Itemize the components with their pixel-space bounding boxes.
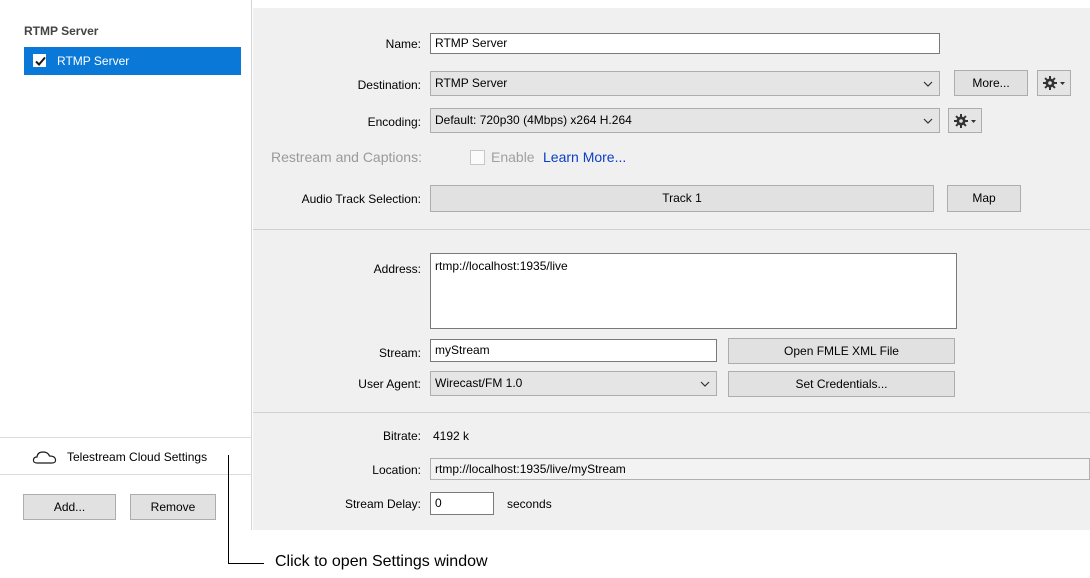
set-credentials-button[interactable]: Set Credentials... (728, 371, 955, 397)
destination-settings-panel: Name: RTMP Server Destination: RTMP Serv… (253, 8, 1090, 530)
encoding-select[interactable]: Default: 720p30 (4Mbps) x264 H.264 (430, 108, 940, 133)
location-label: Location: (372, 463, 421, 477)
chevron-down-icon (700, 381, 710, 387)
enable-restream-label: Enable (491, 149, 535, 165)
enable-restream-checkbox[interactable] (470, 150, 485, 165)
chevron-down-icon (923, 81, 933, 87)
learn-more-link[interactable]: Learn More... (543, 149, 626, 165)
section-divider (253, 412, 1090, 413)
open-fmle-xml-button[interactable]: Open FMLE XML File (728, 338, 955, 364)
destination-item-label: RTMP Server (57, 54, 130, 68)
map-button[interactable]: Map (947, 185, 1021, 212)
chevron-down-icon (923, 118, 933, 124)
encoding-label: Encoding: (367, 115, 421, 129)
annotation-leader-line (228, 455, 229, 564)
bitrate-label: Bitrate: (382, 429, 421, 443)
user-agent-select[interactable]: Wirecast/FM 1.0 (430, 371, 717, 396)
annotation-caption: Click to open Settings window (275, 553, 488, 570)
destination-select[interactable]: RTMP Server (430, 71, 940, 96)
user-agent-select-value: Wirecast/FM 1.0 (435, 376, 523, 390)
stream-input[interactable]: myStream (430, 339, 717, 362)
stream-label: Stream: (378, 346, 421, 360)
address-label: Address: (373, 262, 421, 276)
restream-captions-label: Restream and Captions: (271, 149, 422, 165)
destination-select-value: RTMP Server (435, 76, 508, 90)
encoding-select-value: Default: 720p30 (4Mbps) x264 H.264 (435, 113, 632, 127)
name-label: Name: (385, 37, 421, 51)
address-textarea[interactable]: rtmp://localhost:1935/live (430, 253, 957, 329)
cloud-settings-label: Telestream Cloud Settings (67, 450, 208, 464)
seconds-label: seconds (507, 497, 552, 511)
location-readonly-field: rtmp://localhost:1935/live/myStream (430, 458, 1090, 480)
remove-destination-button[interactable]: Remove (130, 494, 216, 520)
add-destination-button[interactable]: Add... (23, 494, 116, 520)
destination-group-title: RTMP Server (24, 24, 99, 38)
section-divider (253, 229, 1090, 230)
destination-label: Destination: (357, 78, 421, 92)
more-button[interactable]: More... (954, 70, 1028, 96)
gear-icon (1043, 76, 1065, 90)
encoding-gear-button[interactable] (948, 108, 982, 133)
cloud-icon (32, 451, 57, 464)
destination-list-item[interactable]: RTMP Server (24, 47, 241, 75)
destination-list-panel: RTMP Server RTMP Server Telestream Cloud… (0, 0, 252, 530)
destination-gear-button[interactable] (1037, 70, 1071, 96)
telestream-cloud-settings-button[interactable]: Telestream Cloud Settings (0, 437, 252, 475)
annotation-leader-line (228, 563, 264, 564)
user-agent-label: User Agent: (358, 377, 421, 391)
stream-delay-input[interactable]: 0 (430, 492, 494, 515)
bitrate-value: 4192 k (433, 429, 470, 443)
audio-track-button[interactable]: Track 1 (430, 185, 934, 212)
audio-track-selection-label: Audio Track Selection: (301, 192, 421, 206)
checkmark-icon (35, 56, 46, 66)
gear-icon (954, 114, 976, 128)
destination-enabled-checkbox[interactable] (33, 54, 46, 67)
name-input[interactable]: RTMP Server (430, 33, 940, 54)
stream-delay-label: Stream Delay: (344, 497, 421, 511)
